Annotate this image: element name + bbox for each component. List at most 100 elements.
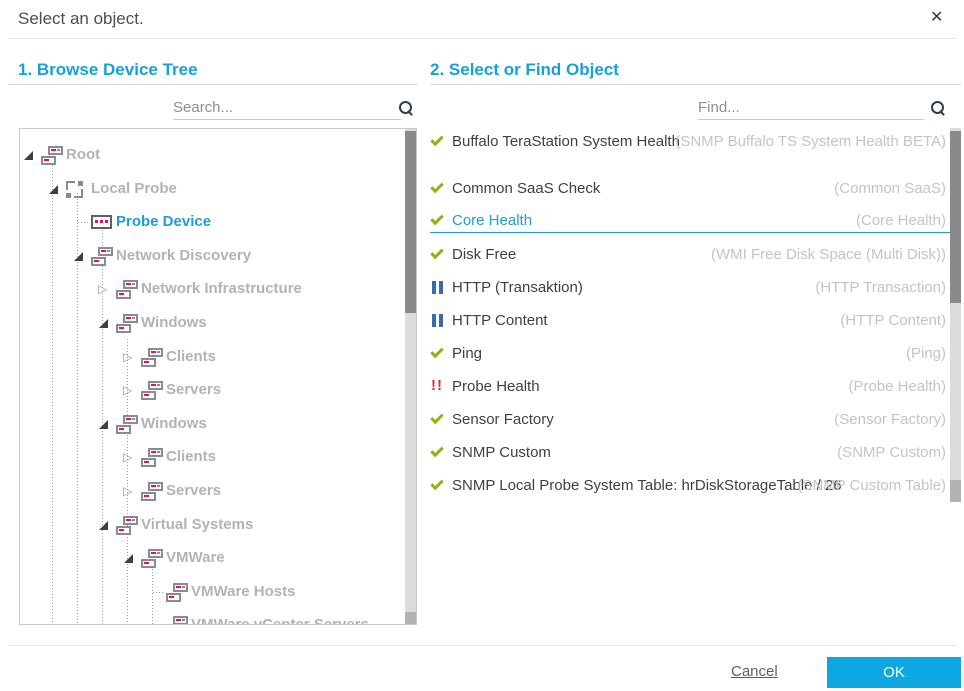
object-item-ping[interactable]: Ping (Ping) xyxy=(430,344,950,365)
expanded-arrow-icon[interactable] xyxy=(99,521,108,530)
tree-item-servers[interactable]: ▷Servers xyxy=(20,478,402,504)
tree-scrollbar-end xyxy=(405,612,416,624)
tree-scrollbar-thumb[interactable] xyxy=(405,131,416,313)
pause-icon xyxy=(430,313,448,329)
alert-icon: !! xyxy=(430,379,448,395)
group-icon xyxy=(116,280,138,299)
group-icon xyxy=(141,381,163,400)
object-list: Buffalo TeraStation System Health(SNMP B… xyxy=(430,128,950,505)
tree-item-label: Probe Device xyxy=(116,209,211,235)
collapsed-arrow-icon[interactable]: ▷ xyxy=(123,344,132,370)
object-item-snmp-custom[interactable]: SNMP Custom(SNMP Custom) xyxy=(430,443,950,464)
expanded-arrow-icon[interactable] xyxy=(99,420,108,429)
tree-item-label: Clients xyxy=(166,344,216,370)
find-icon[interactable] xyxy=(930,100,946,116)
device-tree: Root Local Probe Probe Device Network Disco… xyxy=(19,128,417,625)
search-input[interactable] xyxy=(173,96,401,120)
check-icon xyxy=(430,247,448,263)
tree-item-vmware-hosts[interactable]: VMWare Hosts xyxy=(20,579,402,605)
collapsed-arrow-icon[interactable]: ▷ xyxy=(123,377,132,403)
tree-item-label: Network Infrastructure xyxy=(141,276,302,302)
tree-item-label: Windows xyxy=(141,411,207,437)
expanded-arrow-icon[interactable] xyxy=(99,319,108,328)
check-icon xyxy=(430,412,448,428)
cancel-button[interactable]: Cancel xyxy=(731,663,778,680)
tree-item-windows[interactable]: Windows xyxy=(20,310,402,336)
object-name: Core Health xyxy=(452,211,884,230)
list-scrollbar-thumb[interactable] xyxy=(950,131,961,303)
collapsed-arrow-icon[interactable]: ▷ xyxy=(123,444,132,470)
tree-item-root[interactable]: Root xyxy=(20,142,402,168)
search-icon[interactable] xyxy=(398,100,414,116)
object-name: Probe Health xyxy=(452,377,884,396)
object-item-sensor-factory[interactable]: Sensor Factory(Sensor Factory) xyxy=(430,410,950,431)
group-icon xyxy=(141,549,163,568)
device-icon xyxy=(91,215,112,229)
group-icon xyxy=(166,616,188,625)
check-icon xyxy=(430,346,448,362)
expanded-arrow-icon[interactable] xyxy=(124,554,133,563)
tree-item-network-discovery[interactable]: Network Discovery xyxy=(20,243,402,269)
tree-item-label: VMWare xyxy=(166,545,225,571)
object-name: Sensor Factory xyxy=(452,410,884,429)
tree-item-label: Virtual Systems xyxy=(141,512,253,538)
object-item-http-transaktion[interactable]: HTTP (Transaktion)(HTTP Transaction) xyxy=(430,278,950,299)
tree-item-label: Local Probe xyxy=(91,176,177,202)
tree-item-local-probe[interactable]: Local Probe xyxy=(20,176,402,202)
object-type: (SNMP Custom Table) xyxy=(797,476,946,495)
find-input[interactable] xyxy=(698,96,924,120)
tree-item-label: VMWare Hosts xyxy=(191,579,295,605)
object-type: (Core Health) xyxy=(856,211,946,230)
object-type: (SNMP Buffalo TS System Health BETA) xyxy=(675,132,946,151)
object-item-common-saas-check[interactable]: Common SaaS Check(Common SaaS) xyxy=(430,179,950,200)
group-icon xyxy=(116,415,138,434)
tree-item-clients[interactable]: ▷Clients xyxy=(20,444,402,470)
footer-divider xyxy=(8,645,956,646)
tree-item-windows[interactable]: Windows xyxy=(20,411,402,437)
list-scrollbar[interactable] xyxy=(950,128,961,502)
collapsed-arrow-icon[interactable]: ▷ xyxy=(98,276,107,302)
object-item-core-health[interactable]: Core Health(Core Health) xyxy=(430,211,950,233)
object-type: (SNMP Custom) xyxy=(837,443,946,462)
tree-item-label: Network Discovery xyxy=(116,243,251,269)
collapsed-arrow-icon[interactable]: ▷ xyxy=(123,478,132,504)
ok-button[interactable]: OK xyxy=(827,657,961,688)
tree-item-servers[interactable]: ▷ Servers xyxy=(20,377,402,403)
tree-item-label: Servers xyxy=(166,377,221,403)
tree-item-vmware-vcenter-servers[interactable]: VMWare vCenter Servers xyxy=(20,612,402,625)
object-type: (Probe Health) xyxy=(848,377,946,396)
group-icon xyxy=(116,516,138,535)
object-type: (Common SaaS) xyxy=(834,179,946,198)
left-heading-rule xyxy=(8,84,418,85)
object-type: (Sensor Factory) xyxy=(834,410,946,429)
group-icon xyxy=(141,482,163,501)
tree-item-clients[interactable]: ▷ Clients xyxy=(20,344,402,370)
tree-item-probe-device[interactable]: Probe Device xyxy=(20,209,402,235)
select-object-dialog: { "dialog": { "title": "Select an object… xyxy=(0,0,964,691)
object-name: SNMP Custom xyxy=(452,443,884,462)
list-scrollbar-end xyxy=(950,480,961,502)
check-icon xyxy=(430,134,448,150)
group-icon xyxy=(141,448,163,467)
check-icon xyxy=(430,213,448,229)
object-item-probe-health[interactable]: !!Probe Health(Probe Health) xyxy=(430,377,950,398)
tree-item-label: Root xyxy=(66,142,100,168)
object-item-disk-free[interactable]: Disk Free(WMI Free Disk Space (Multi Dis… xyxy=(430,245,950,266)
tree-item-label: VMWare vCenter Servers xyxy=(191,612,369,625)
tree-item-network-infrastructure[interactable]: ▷ Network Infrastructure xyxy=(20,276,402,302)
title-divider xyxy=(8,38,956,39)
expanded-arrow-icon[interactable] xyxy=(24,151,33,160)
object-name: Ping xyxy=(452,344,884,363)
tree-scrollbar[interactable] xyxy=(405,129,416,624)
object-item-http-content[interactable]: HTTP Content(HTTP Content) xyxy=(430,311,950,332)
object-name: Common SaaS Check xyxy=(452,179,884,198)
object-type: (Ping) xyxy=(906,344,946,363)
object-item-snmp-local-probe-system-table-hrdiskstor[interactable]: SNMP Local Probe System Table: hrDiskSto… xyxy=(430,476,950,497)
group-icon xyxy=(41,146,63,165)
tree-item-vmware[interactable]: VMWare xyxy=(20,545,402,571)
tree-item-virtual-systems[interactable]: Virtual Systems xyxy=(20,512,402,538)
expanded-arrow-icon[interactable] xyxy=(74,252,83,261)
expanded-arrow-icon[interactable] xyxy=(49,185,58,194)
object-item-buffalo-terastation-system-health[interactable]: Buffalo TeraStation System Health(SNMP B… xyxy=(430,132,950,153)
close-icon[interactable]: ✕ xyxy=(930,7,943,26)
